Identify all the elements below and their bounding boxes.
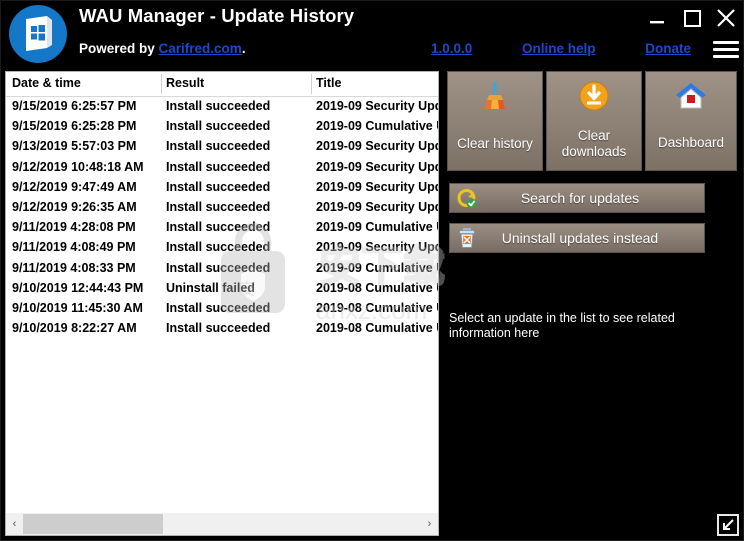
- cell-date: 9/11/2019 4:28:08 PM: [12, 220, 136, 235]
- cell-title: 2019-09 Security Upda: [316, 139, 438, 154]
- cell-title: 2019-09 Security Upda: [316, 199, 438, 214]
- table-row[interactable]: 9/13/2019 5:57:03 PM Install succeeded 201…: [6, 137, 438, 157]
- trash-bin-icon: [454, 227, 480, 249]
- scroll-right-arrow[interactable]: ›: [421, 513, 438, 535]
- dashboard-button[interactable]: Dashboard: [645, 71, 737, 171]
- column-header-date[interactable]: Date & time: [12, 76, 81, 90]
- list-column-headers: Date & time Result Title: [6, 72, 438, 97]
- cell-result: Install succeeded: [166, 179, 271, 194]
- cell-title: 2019-08 Cumulative Up: [316, 321, 438, 336]
- table-row[interactable]: 9/11/2019 4:28:08 PM Install succeeded 201…: [6, 218, 438, 238]
- cell-result: Install succeeded: [166, 139, 271, 154]
- cell-date: 9/12/2019 9:47:49 AM: [12, 179, 137, 194]
- version-link[interactable]: 1.0.0.0: [431, 41, 472, 56]
- online-help-link[interactable]: Online help: [522, 41, 596, 56]
- cell-title: 2019-09 Cumulative Up: [316, 119, 438, 134]
- cell-result: Install succeeded: [166, 321, 271, 336]
- clear-downloads-button[interactable]: Clear downloads: [546, 71, 642, 171]
- uninstall-updates-label: Uninstall updates instead: [501, 230, 659, 246]
- cell-title: 2019-09 Security Upda: [316, 159, 438, 174]
- powered-by-label: Powered by: [79, 41, 159, 56]
- house-icon: [675, 80, 707, 115]
- cell-date: 9/10/2019 11:45:30 AM: [12, 300, 143, 315]
- cell-result: Install succeeded: [166, 99, 271, 113]
- hamburger-menu-icon[interactable]: [713, 41, 739, 59]
- table-row[interactable]: 9/10/2019 12:44:43 PM Uninstall failed 201…: [6, 279, 438, 299]
- cell-result: Install succeeded: [166, 199, 271, 214]
- list-rows-container: 9/15/2019 6:25:57 PM Install succeeded 201…: [6, 97, 438, 513]
- carifred-link[interactable]: Carifred.com: [159, 41, 242, 56]
- clear-history-label: Clear history: [457, 135, 533, 151]
- uninstall-updates-button[interactable]: Uninstall updates instead: [449, 223, 705, 253]
- cell-title: 2019-08 Cumulative Up: [316, 300, 438, 315]
- refresh-check-icon: [454, 187, 480, 209]
- cell-result: Install succeeded: [166, 159, 271, 174]
- title-bar: WAU Manager - Update History Powered by …: [1, 1, 743, 69]
- column-divider-1[interactable]: [161, 74, 162, 94]
- action-panel: Clear history Clear downloads Dashboard …: [445, 71, 739, 536]
- cell-date: 9/13/2019 5:57:03 PM: [12, 139, 137, 154]
- resize-grip-icon[interactable]: [717, 514, 739, 536]
- wau-manager-window: WAU Manager - Update History Powered by …: [0, 0, 744, 541]
- cell-result: Install succeeded: [166, 119, 271, 134]
- cell-result: Uninstall failed: [166, 280, 255, 295]
- maximize-button[interactable]: [677, 3, 707, 33]
- cell-date: 9/15/2019 6:25:28 PM: [12, 119, 137, 134]
- cell-title: 2019-09 Security Upda: [316, 240, 438, 255]
- cell-date: 9/11/2019 4:08:49 PM: [12, 240, 136, 255]
- cell-date: 9/10/2019 8:22:27 AM: [12, 321, 137, 336]
- table-row[interactable]: 9/11/2019 4:08:33 PM Install succeeded 201…: [6, 259, 438, 279]
- close-button[interactable]: [711, 3, 741, 33]
- table-row[interactable]: 9/15/2019 6:25:28 PM Install succeeded 201…: [6, 117, 438, 137]
- minimize-button[interactable]: [642, 3, 672, 33]
- cell-title: 2019-09 Cumulative Up: [316, 220, 438, 235]
- download-circle-icon: [578, 80, 610, 117]
- table-row[interactable]: 9/12/2019 9:47:49 AM Install succeeded 201…: [6, 178, 438, 198]
- clear-downloads-label: Clear downloads: [561, 127, 627, 159]
- column-header-result[interactable]: Result: [166, 76, 204, 90]
- app-logo-icon: [9, 5, 67, 63]
- selection-info-text: Select an update in the list to see rela…: [449, 311, 675, 340]
- column-divider-2[interactable]: [311, 74, 312, 94]
- cell-title: 2019-09 Cumulative Up: [316, 260, 438, 275]
- horizontal-scrollbar[interactable]: ‹ ›: [6, 512, 438, 535]
- cell-date: 9/11/2019 4:08:33 PM: [12, 260, 136, 275]
- page-title: WAU Manager - Update History: [79, 5, 355, 26]
- cell-date: 9/15/2019 6:25:57 PM: [12, 99, 137, 113]
- table-row[interactable]: 9/12/2019 10:48:18 AM Install succeeded 20…: [6, 158, 438, 178]
- search-for-updates-button[interactable]: Search for updates: [449, 183, 705, 213]
- cell-result: Install succeeded: [166, 220, 271, 235]
- scrollbar-thumb[interactable]: [23, 514, 163, 534]
- cell-date: 9/12/2019 9:26:35 AM: [12, 199, 137, 214]
- header-links: 1.0.0.0 Online help Donate: [431, 41, 691, 56]
- broom-icon: [480, 80, 510, 117]
- scroll-left-arrow[interactable]: ‹: [6, 513, 23, 535]
- cell-result: Install succeeded: [166, 300, 271, 315]
- cell-date: 9/10/2019 12:44:43 PM: [12, 280, 144, 295]
- powered-by-period: .: [241, 41, 246, 56]
- search-for-updates-label: Search for updates: [520, 190, 640, 206]
- dashboard-label: Dashboard: [657, 134, 725, 150]
- cell-title: 2019-08 Cumulative Up: [316, 280, 438, 295]
- cell-result: Install succeeded: [166, 260, 271, 275]
- cell-result: Install succeeded: [166, 240, 271, 255]
- cell-title: 2019-09 Security Upda: [316, 99, 438, 113]
- clear-history-button[interactable]: Clear history: [447, 71, 543, 171]
- table-row[interactable]: 9/15/2019 6:25:57 PM Install succeeded 201…: [6, 97, 438, 117]
- table-row[interactable]: 9/11/2019 4:08:49 PM Install succeeded 201…: [6, 238, 438, 258]
- cell-date: 9/12/2019 10:48:18 AM: [12, 159, 144, 174]
- column-header-title[interactable]: Title: [316, 76, 341, 90]
- table-row[interactable]: 9/12/2019 9:26:35 AM Install succeeded 201…: [6, 198, 438, 218]
- table-row[interactable]: 9/10/2019 8:22:27 AM Install succeeded 201…: [6, 319, 438, 339]
- update-history-list: Date & time Result Title 9/15/2019 6:25:…: [5, 71, 439, 536]
- donate-link[interactable]: Donate: [645, 41, 691, 56]
- cell-title: 2019-09 Security Upda: [316, 179, 438, 194]
- table-row[interactable]: 9/10/2019 11:45:30 AM Install succeeded 20…: [6, 299, 438, 319]
- powered-by-text: Powered by Carifred.com.: [79, 41, 246, 56]
